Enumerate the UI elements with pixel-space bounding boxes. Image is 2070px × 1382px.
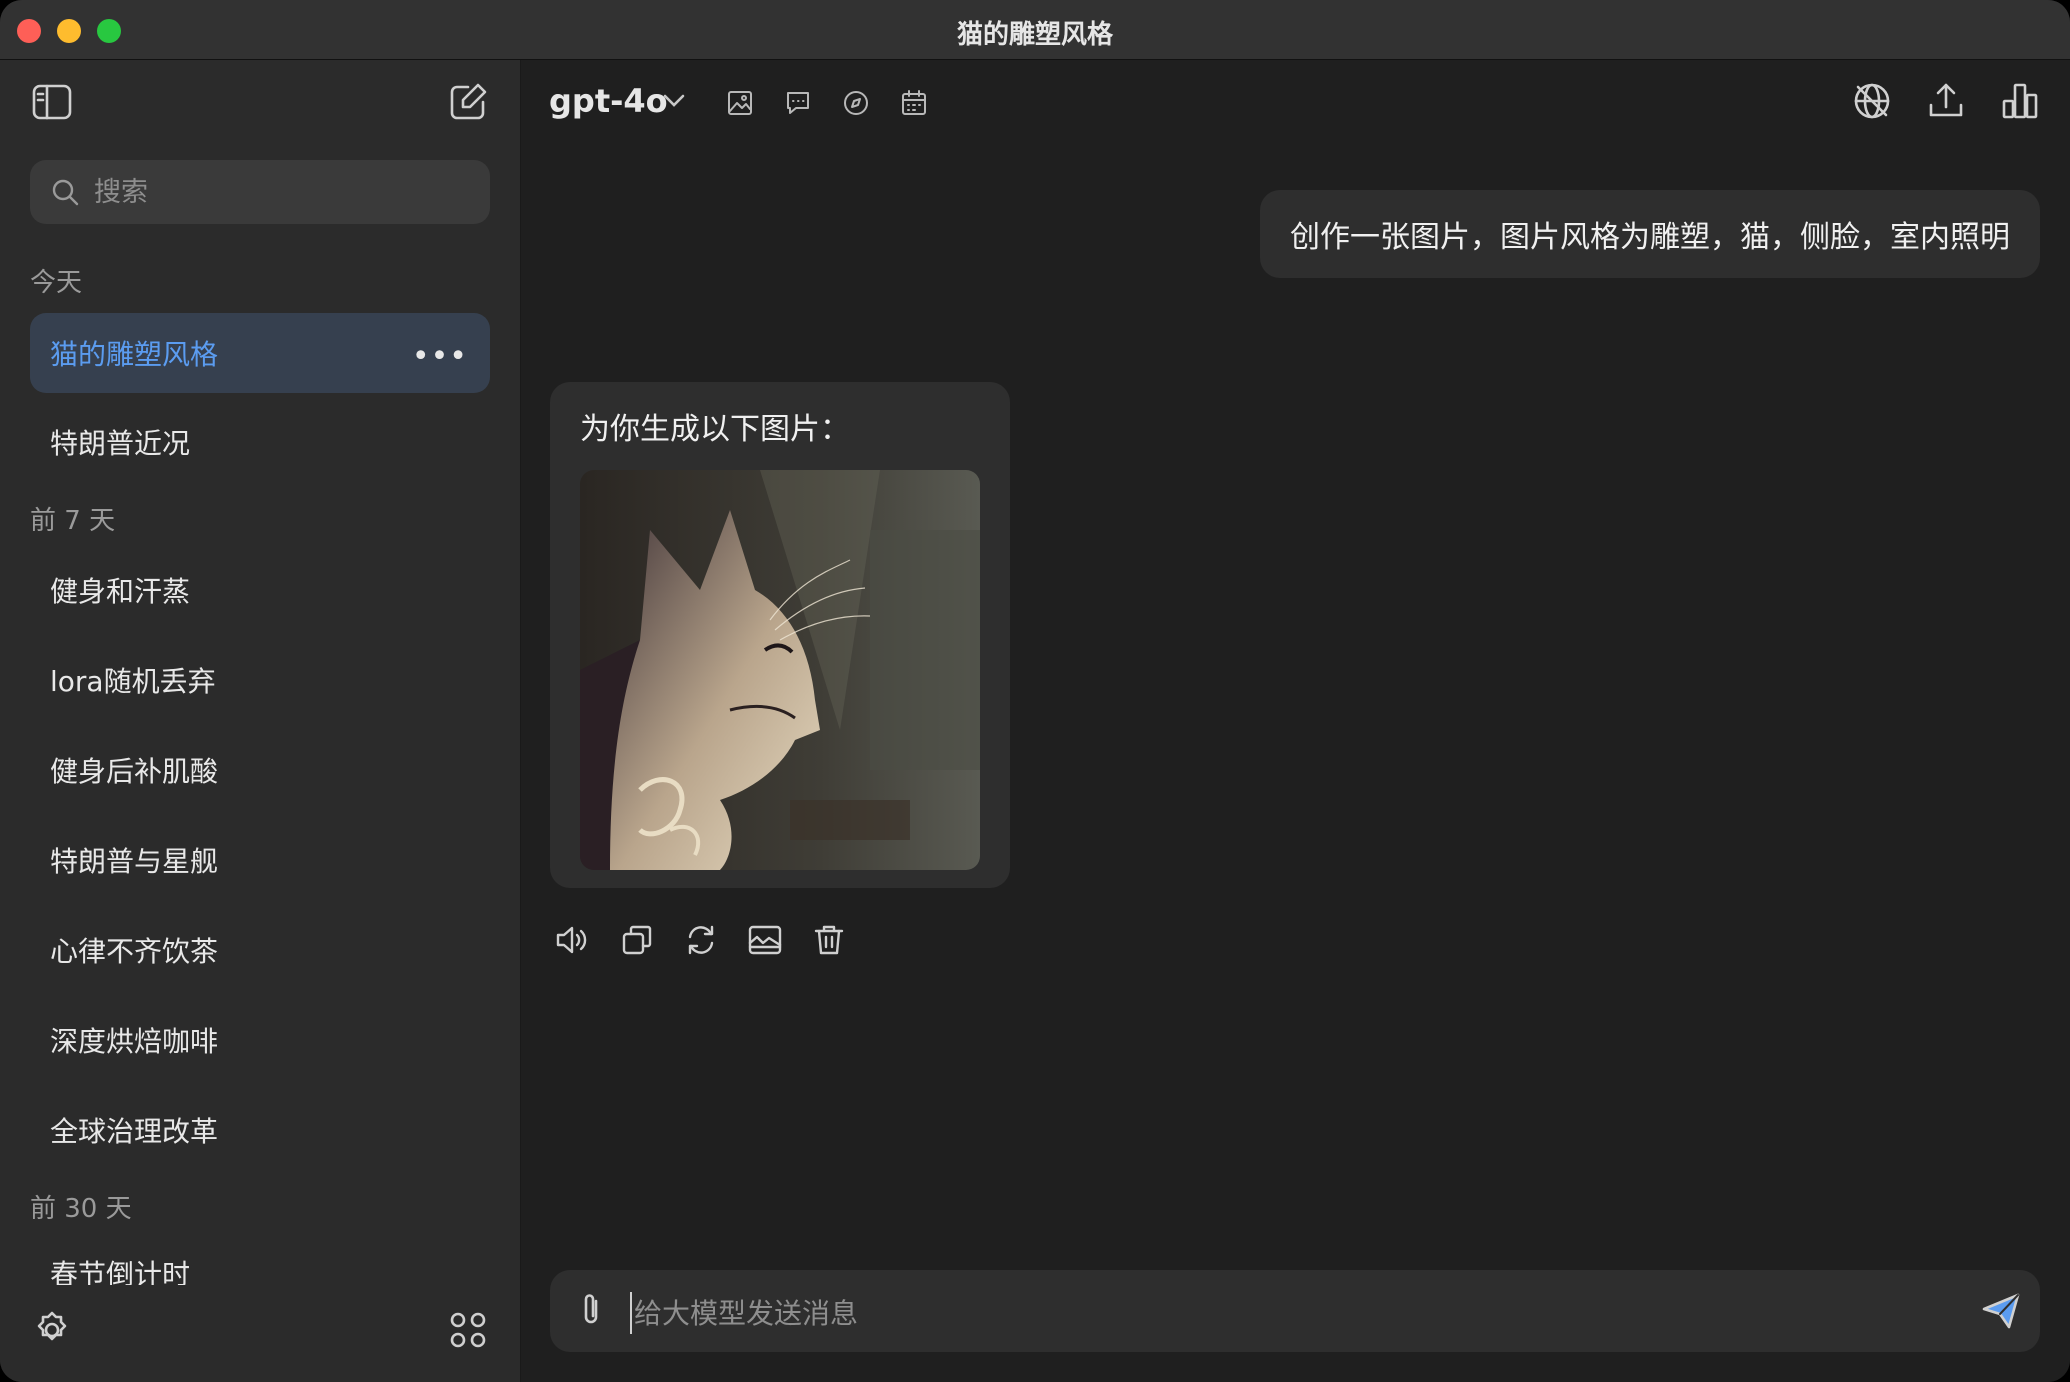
copy-icon[interactable] — [615, 918, 659, 962]
message-composer — [550, 1270, 2040, 1352]
regenerate-icon[interactable] — [679, 918, 723, 962]
search-box[interactable] — [30, 160, 490, 224]
assistant-message-text: 为你生成以下图片： — [580, 412, 850, 447]
share-icon[interactable] — [1923, 78, 1969, 124]
model-selector[interactable]: gpt-4o — [521, 60, 701, 140]
sidebar: 今天 猫的雕塑风格 ••• 特朗普近况 前 7 天 健身和汗蒸 lora随机丢弃… — [0, 60, 521, 1382]
compass-icon[interactable] — [839, 86, 873, 120]
chevron-down-icon — [663, 94, 685, 107]
image-icon[interactable] — [723, 86, 757, 120]
calendar-icon[interactable] — [897, 86, 931, 120]
title-bar: 猫的雕塑风格 — [0, 0, 2070, 60]
section-label-7days: 前 7 天 — [30, 506, 116, 536]
user-message: 创作一张图片，图片风格为雕塑，猫，侧脸，室内照明 — [1260, 190, 2040, 278]
conversation-item[interactable]: 健身和汗蒸 — [30, 550, 490, 630]
sidebar-footer — [0, 1288, 520, 1382]
trash-icon[interactable] — [807, 918, 851, 962]
search-icon — [52, 179, 79, 206]
conversation-item[interactable]: 深度烘焙咖啡 — [30, 1000, 490, 1080]
attach-icon[interactable] — [572, 1290, 612, 1330]
conversation-item[interactable]: 春节倒计时 — [30, 1245, 490, 1285]
speaker-icon[interactable] — [551, 918, 595, 962]
stats-icon[interactable] — [1997, 78, 2043, 124]
conversation-item[interactable]: 全球治理改革 — [30, 1090, 490, 1170]
more-icon[interactable]: ••• — [412, 339, 468, 374]
app-window: 猫的雕塑风格 今天 猫的雕塑风格 ••• 特朗普近况 前 7 天 健身和汗蒸 l… — [0, 0, 2070, 1382]
conversation-item-active[interactable]: 猫的雕塑风格 ••• — [30, 313, 490, 393]
image-action-icon[interactable] — [743, 918, 787, 962]
gear-icon[interactable] — [30, 1308, 74, 1352]
apps-grid-icon[interactable] — [446, 1308, 490, 1352]
section-label-30days: 前 30 天 — [30, 1194, 132, 1224]
model-name: gpt-4o — [549, 82, 668, 120]
chat-bubble-icon[interactable] — [781, 86, 815, 120]
conversation-title: 猫的雕塑风格 — [50, 338, 219, 371]
sculpted-cat-profile-image[interactable] — [580, 470, 980, 870]
conversation-item[interactable]: lora随机丢弃 — [30, 640, 490, 720]
send-icon[interactable] — [1978, 1288, 2024, 1334]
section-label-today: 今天 — [30, 268, 83, 298]
assistant-message: 为你生成以下图片： — [550, 382, 1010, 888]
conversation-item[interactable]: 心律不齐饮茶 — [30, 910, 490, 990]
conversation-item[interactable]: 特朗普近况 — [30, 402, 490, 482]
window-title: 猫的雕塑风格 — [956, 20, 1113, 50]
search-input[interactable] — [92, 175, 476, 209]
message-input[interactable] — [630, 1292, 1936, 1334]
conversation-item[interactable]: 特朗普与星舰 — [30, 820, 490, 900]
conversation-item[interactable]: 健身后补肌酸 — [30, 730, 490, 810]
chat-area: gpt-4o 创作一张图片，图片风格为雕塑，猫，侧脸，室内照明 为你生成以下图片… — [521, 60, 2070, 1382]
new-chat-icon[interactable] — [446, 80, 490, 124]
web-off-icon[interactable] — [1849, 78, 1895, 124]
sidebar-toggle-icon[interactable] — [30, 80, 74, 124]
